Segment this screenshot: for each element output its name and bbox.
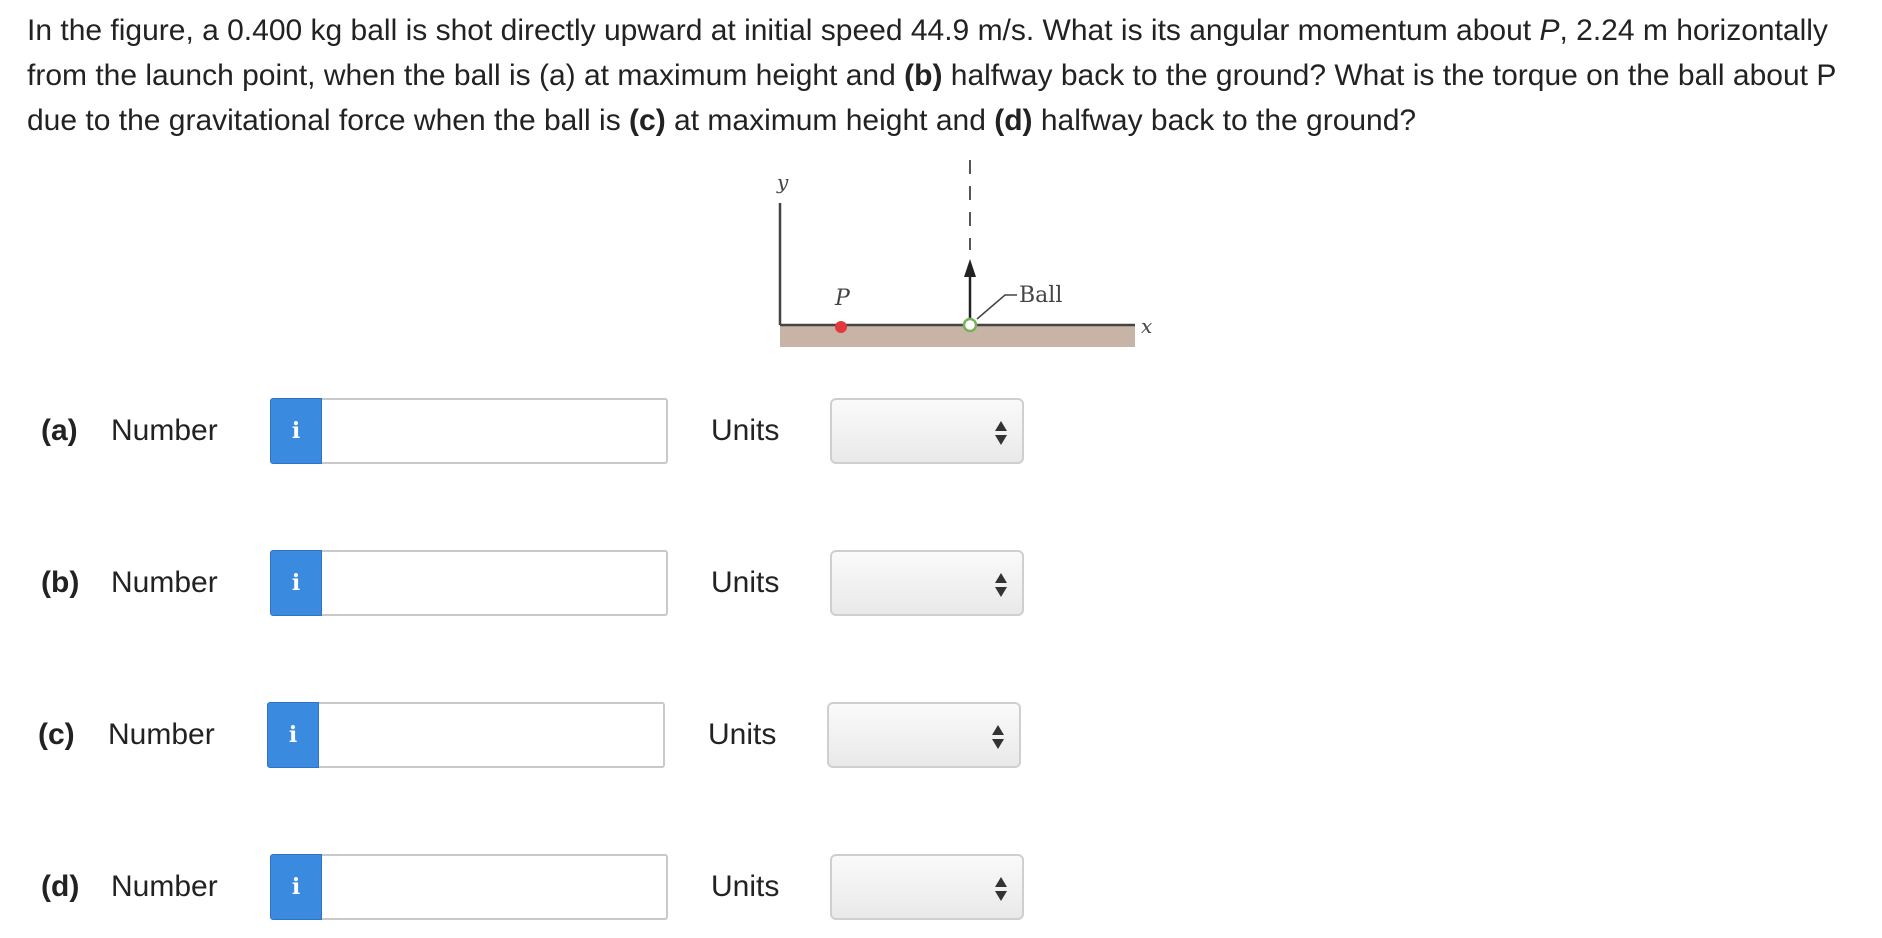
units-label: Units bbox=[711, 566, 780, 599]
x-axis-label: x bbox=[1141, 314, 1152, 338]
point-p-ref: P bbox=[1539, 14, 1560, 47]
part-b-units-select[interactable] bbox=[830, 550, 1024, 616]
info-icon: i bbox=[291, 874, 301, 900]
select-arrows-icon bbox=[992, 725, 1004, 749]
info-icon: i bbox=[288, 722, 298, 748]
part-a-units-select[interactable] bbox=[830, 398, 1024, 464]
part-b-label: (b) bbox=[41, 566, 80, 599]
part-d-row: (d) Number i Units bbox=[0, 854, 1100, 920]
ball bbox=[962, 317, 978, 333]
number-label: Number bbox=[111, 870, 218, 903]
part-b-number-input[interactable] bbox=[322, 550, 668, 616]
part-c-number-input[interactable] bbox=[319, 702, 665, 768]
info-button[interactable]: i bbox=[270, 550, 322, 616]
point-p bbox=[835, 321, 847, 333]
part-b-row: (b) Number i Units bbox=[0, 550, 1100, 616]
part-a-label: (a) bbox=[41, 414, 78, 447]
y-axis-label: y bbox=[776, 170, 789, 194]
ground bbox=[780, 325, 1135, 347]
part-d-label: (d) bbox=[41, 870, 80, 903]
part-d-number-input[interactable] bbox=[322, 854, 668, 920]
select-arrows-icon bbox=[995, 573, 1007, 597]
number-label: Number bbox=[111, 414, 218, 447]
part-c-label: (c) bbox=[38, 718, 75, 751]
info-button[interactable]: i bbox=[270, 854, 322, 920]
info-icon: i bbox=[291, 570, 301, 596]
units-label: Units bbox=[708, 718, 777, 751]
number-label: Number bbox=[108, 718, 215, 751]
info-icon: i bbox=[291, 418, 301, 444]
point-p-label: P bbox=[834, 286, 851, 311]
velocity-arrowhead bbox=[964, 259, 976, 277]
part-c-row: (c) Number i Units bbox=[0, 702, 1097, 768]
part-c-units-select[interactable] bbox=[827, 702, 1021, 768]
part-a-row: (a) Number i Units bbox=[0, 398, 1100, 464]
units-label: Units bbox=[711, 870, 780, 903]
select-arrows-icon bbox=[995, 421, 1007, 445]
info-button[interactable]: i bbox=[270, 398, 322, 464]
part-a-number-input[interactable] bbox=[322, 398, 668, 464]
part-d-units-select[interactable] bbox=[830, 854, 1024, 920]
info-button[interactable]: i bbox=[267, 702, 319, 768]
ball-label: Ball bbox=[1019, 283, 1062, 308]
ball-leader-line bbox=[976, 294, 1017, 320]
problem-figure: y x P Ball bbox=[776, 160, 1152, 347]
select-arrows-icon bbox=[995, 877, 1007, 901]
units-label: Units bbox=[711, 414, 780, 447]
question-text: In the figure, a 0.400 kg ball is shot d… bbox=[27, 14, 1836, 137]
number-label: Number bbox=[111, 566, 218, 599]
